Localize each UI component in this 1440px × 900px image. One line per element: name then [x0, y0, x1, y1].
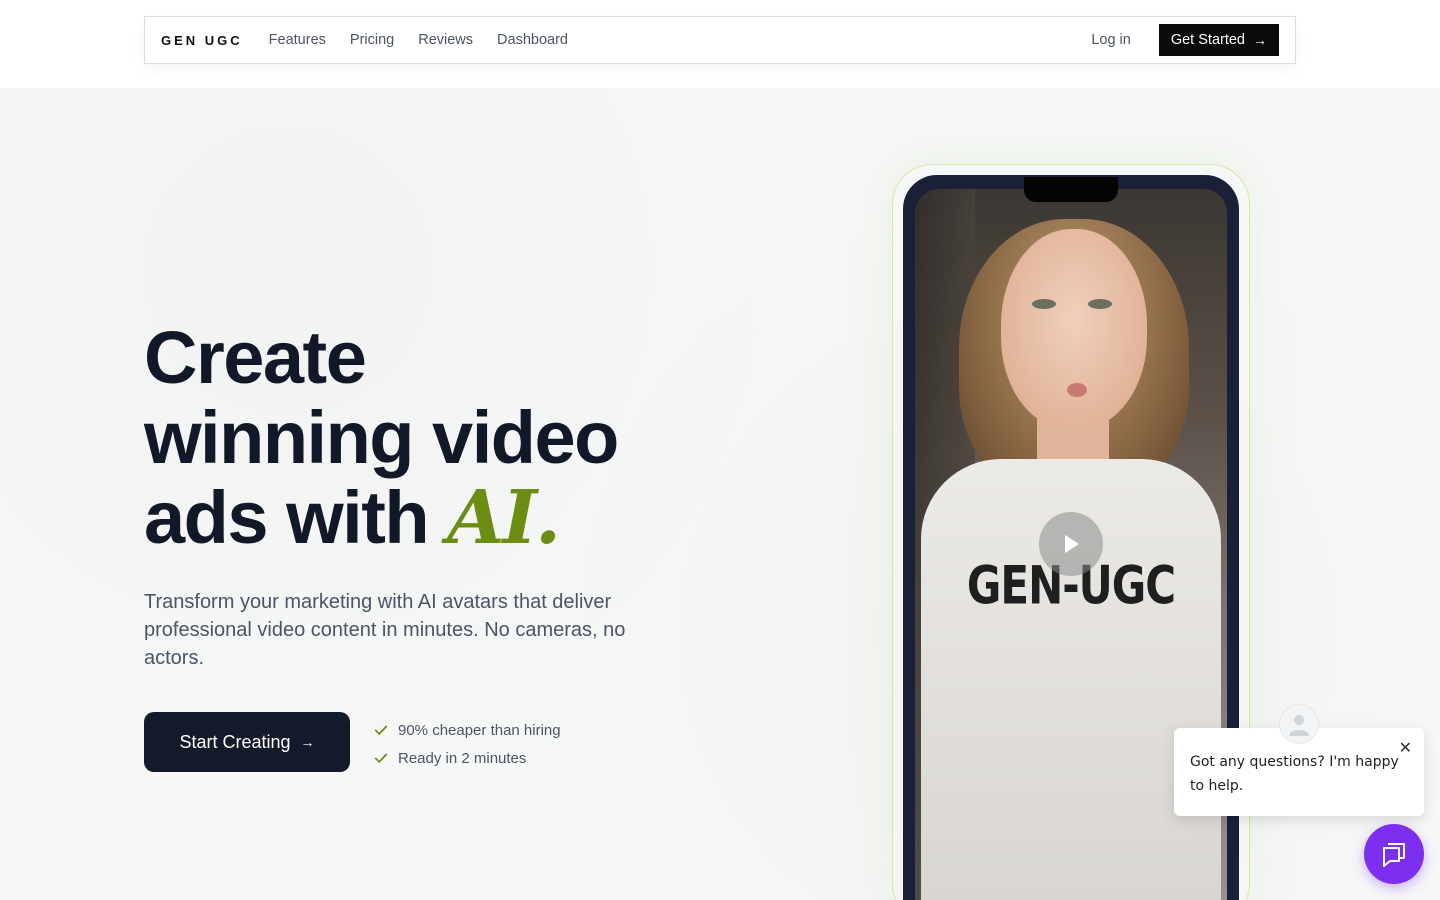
start-creating-button[interactable]: Start Creating →: [144, 712, 350, 772]
avatar-face: [1001, 229, 1147, 429]
nav-link-pricing[interactable]: Pricing: [350, 32, 394, 48]
check-icon: [374, 753, 388, 763]
benefit-item: 90% cheaper than hiring: [374, 716, 561, 744]
hero-title: Create winning video ads with AI.: [144, 316, 704, 561]
play-button[interactable]: [1039, 512, 1103, 576]
avatar-mouth: [1067, 383, 1087, 397]
close-icon[interactable]: ✕: [1399, 736, 1412, 760]
nav-link-reviews[interactable]: Reviews: [418, 32, 473, 48]
avatar-eye: [1032, 299, 1056, 309]
start-creating-label: Start Creating: [179, 731, 291, 752]
hero-title-line-1: Create: [144, 316, 367, 399]
top-navigation: GEN UGC Features Pricing Reviews Dashboa…: [144, 16, 1296, 64]
get-started-label: Get Started: [1170, 32, 1245, 48]
avatar-eye: [1088, 299, 1112, 309]
chat-icon: [1383, 843, 1405, 867]
play-icon: [1065, 535, 1079, 553]
benefit-item: Ready in 2 minutes: [374, 744, 561, 772]
arrow-right-icon: →: [300, 734, 315, 750]
check-icon: [374, 725, 388, 735]
hero-title-line-3-text: ads with: [144, 476, 430, 559]
nav-link-dashboard[interactable]: Dashboard: [497, 32, 568, 48]
user-icon: [1289, 715, 1309, 736]
phone-notch: [1024, 177, 1118, 202]
logo[interactable]: GEN UGC: [161, 33, 243, 48]
get-started-button[interactable]: Get Started →: [1158, 24, 1279, 56]
arrow-right-icon: →: [1253, 32, 1267, 48]
benefit-text: Ready in 2 minutes: [398, 749, 527, 767]
chat-message-text: Got any questions? I'm happy to help.: [1190, 754, 1399, 794]
benefit-text: 90% cheaper than hiring: [398, 721, 561, 739]
hero-title-line-3: ads with AI.: [144, 475, 704, 561]
login-link[interactable]: Log in: [1091, 32, 1131, 48]
nav-link-features[interactable]: Features: [269, 32, 326, 48]
chat-agent-avatar: [1279, 704, 1319, 744]
nav-links: Features Pricing Reviews Dashboard: [269, 32, 568, 48]
hero-subtitle: Transform your marketing with AI avatars…: [144, 591, 626, 669]
hero-title-highlight: AI.: [447, 475, 561, 561]
benefits-list: 90% cheaper than hiring Ready in 2 minut…: [374, 716, 561, 772]
hero-title-line-2: winning video: [144, 396, 619, 479]
nav-actions: Log in Get Started →: [1091, 24, 1279, 56]
chat-launcher-button[interactable]: [1364, 824, 1424, 884]
